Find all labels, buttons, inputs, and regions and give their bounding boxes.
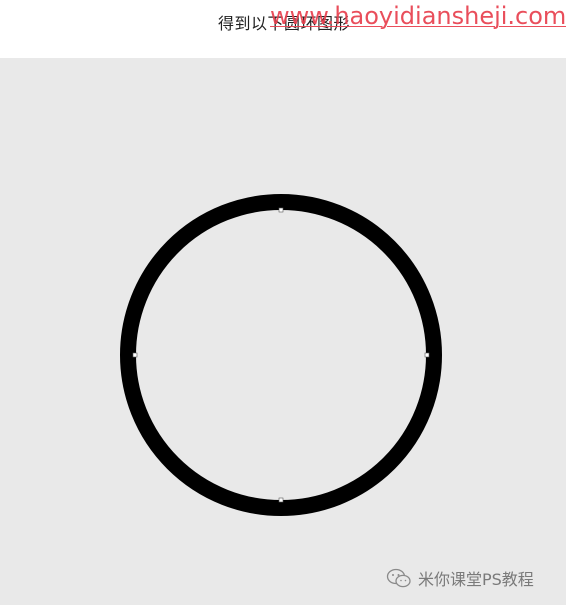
caption-bar: 得到以下圆环图形 www.haoyidiansheji.com xyxy=(0,0,566,58)
wechat-icon xyxy=(386,568,411,588)
footer-watermark-text: 米你课堂PS教程 xyxy=(418,570,534,589)
anchor-point-right[interactable] xyxy=(424,352,430,358)
footer-watermark: 米你课堂PS教程 xyxy=(386,566,534,590)
watermark-url: www.haoyidiansheji.com xyxy=(270,2,566,30)
document-canvas[interactable] xyxy=(0,58,566,605)
ring-shape-layer xyxy=(120,194,442,516)
anchor-point-top[interactable] xyxy=(278,207,284,213)
anchor-point-left[interactable] xyxy=(132,352,138,358)
ring-shape[interactable] xyxy=(120,194,442,516)
anchor-point-bottom[interactable] xyxy=(278,497,284,503)
page: 得到以下圆环图形 www.haoyidiansheji.com 米你课堂PS教程 xyxy=(0,0,566,605)
